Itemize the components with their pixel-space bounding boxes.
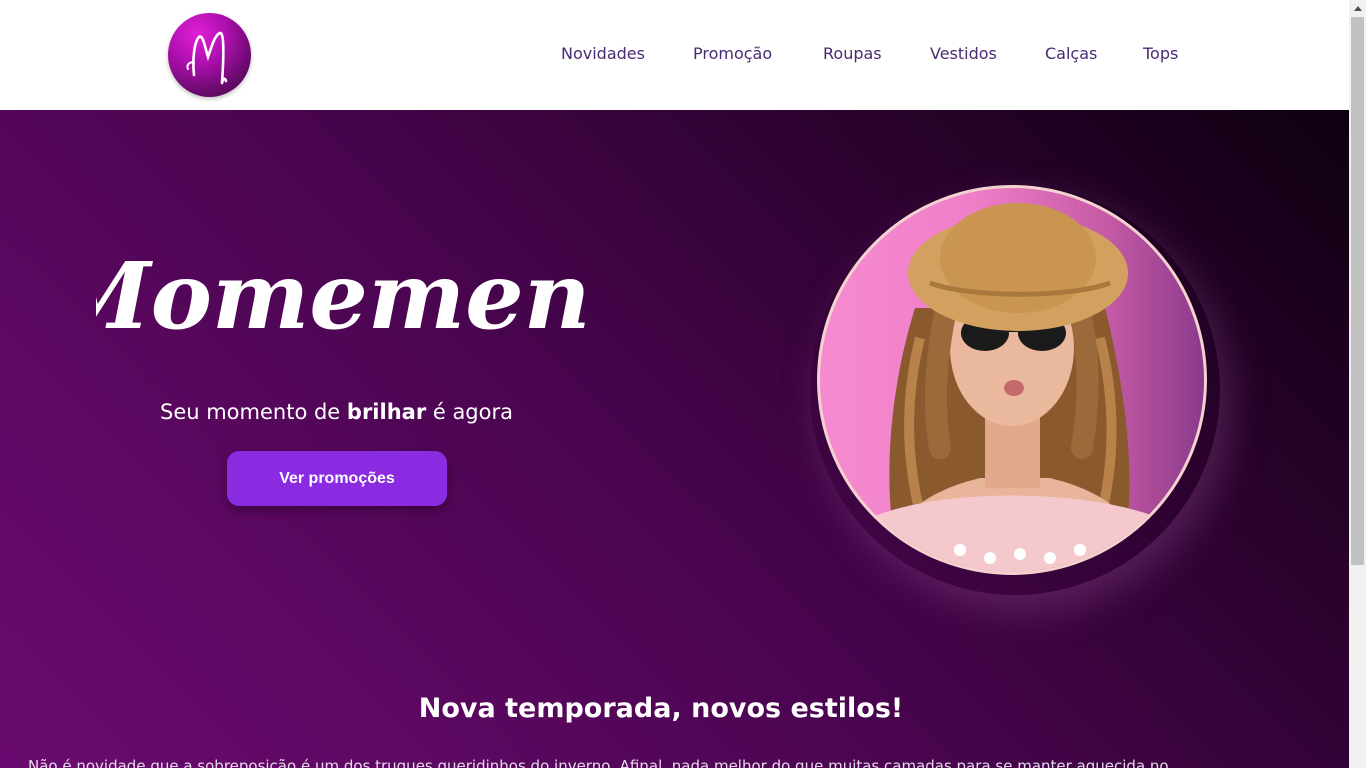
logo-icon[interactable] [168, 13, 251, 97]
site-header: Novidades Promoção Roupas Vestidos Calça… [0, 0, 1349, 110]
nav-item-novidades[interactable]: Novidades [561, 44, 645, 63]
nav-item-tops[interactable]: Tops [1143, 44, 1178, 63]
tagline-suffix: é agora [426, 400, 513, 424]
scroll-thumb[interactable] [1351, 17, 1364, 565]
nav-item-promocao[interactable]: Promoção [693, 44, 772, 63]
brand-wordmark: Momement [46, 230, 633, 360]
section-text: Não é novidade que a sobreposição é um d… [28, 757, 1169, 768]
hero-section: Momement Seu momento de brilhar é agora … [0, 110, 1349, 768]
brand-name: Momement [96, 242, 586, 350]
tagline-prefix: Seu momento de [159, 400, 347, 424]
model-portrait-image [817, 185, 1207, 575]
nav-item-roupas[interactable]: Roupas [823, 44, 882, 63]
portrait-illustration-icon [860, 203, 1170, 572]
ver-promocoes-button[interactable]: Ver promoções [227, 451, 447, 506]
scroll-up-icon[interactable] [1349, 0, 1366, 17]
page-scrollbar[interactable] [1349, 0, 1366, 768]
nav-item-calcas[interactable]: Calças [1045, 44, 1097, 63]
hero-tagline: Seu momento de brilhar é agora [0, 400, 673, 424]
script-m-logo-icon [186, 31, 228, 85]
nav-item-vestidos[interactable]: Vestidos [930, 44, 997, 63]
tagline-bold: brilhar [346, 400, 427, 424]
section-title: Nova temporada, novos estilos! [418, 693, 904, 724]
